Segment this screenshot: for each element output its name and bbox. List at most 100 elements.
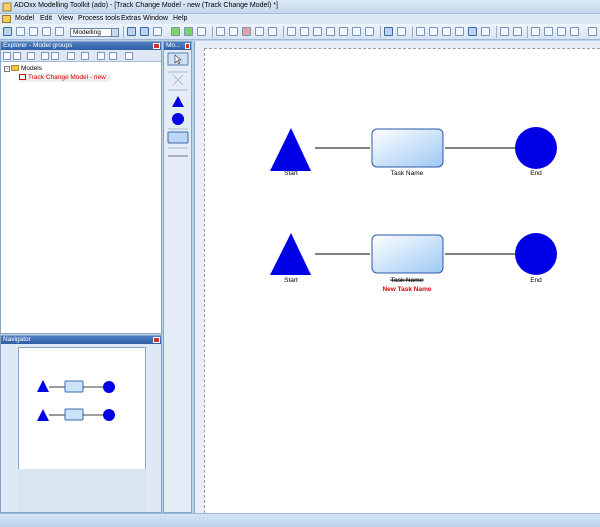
copy-icon[interactable] bbox=[326, 27, 335, 36]
navigator-title: Navigator bbox=[1, 336, 161, 344]
tree-item-label: Models bbox=[21, 65, 42, 72]
chevron-down-icon[interactable] bbox=[111, 29, 118, 36]
expand-toggle-icon[interactable]: - bbox=[4, 66, 10, 72]
cut-icon[interactable] bbox=[313, 27, 322, 36]
diagram: Start Task Name End Start Task Name New … bbox=[270, 127, 557, 293]
process-row-2: Start Task Name New Task Name End bbox=[270, 233, 557, 293]
end-label: End bbox=[530, 170, 542, 177]
tree-view-icon[interactable] bbox=[3, 52, 11, 60]
sort-icon[interactable] bbox=[109, 52, 117, 60]
palette-shapes bbox=[167, 52, 189, 157]
task-node[interactable] bbox=[371, 128, 444, 168]
close-icon[interactable] bbox=[153, 337, 160, 343]
tree-item-model[interactable]: Track Change Model - new bbox=[19, 74, 110, 82]
tree-item-label: Track Change Model - new bbox=[28, 74, 106, 81]
task-shape-icon[interactable] bbox=[167, 131, 189, 144]
task-label: Task Name bbox=[391, 170, 424, 177]
crosshair-icon[interactable] bbox=[468, 27, 477, 36]
end-node[interactable] bbox=[515, 233, 557, 275]
pencil-icon[interactable] bbox=[3, 27, 12, 36]
save-icon[interactable] bbox=[242, 27, 251, 36]
redo-icon[interactable] bbox=[300, 27, 309, 36]
tree-item-models[interactable]: - Models bbox=[4, 65, 42, 73]
close-icon[interactable] bbox=[185, 43, 190, 49]
status-bar bbox=[0, 513, 600, 527]
start-node[interactable] bbox=[270, 128, 311, 171]
explorer-title: Explorer - Model groups bbox=[1, 42, 161, 50]
menu-help[interactable]: Help bbox=[173, 14, 187, 24]
document-icon[interactable] bbox=[2, 15, 11, 23]
print-icon[interactable] bbox=[255, 27, 264, 36]
menu-process-tools[interactable]: Process tools bbox=[78, 14, 120, 24]
undo-icon[interactable] bbox=[287, 27, 296, 36]
navigator-panel: Navigator bbox=[0, 335, 162, 513]
menu-extras[interactable]: Extras bbox=[121, 14, 141, 24]
mode-value: Modelling bbox=[73, 29, 101, 36]
select-icon[interactable] bbox=[365, 27, 374, 36]
scissors-icon[interactable] bbox=[55, 27, 64, 36]
model-icon bbox=[19, 74, 26, 81]
new-folder-icon[interactable] bbox=[27, 52, 35, 60]
refresh-icon[interactable] bbox=[184, 27, 193, 36]
size-icon[interactable] bbox=[570, 27, 579, 36]
settings-icon[interactable] bbox=[588, 27, 597, 36]
new-icon[interactable] bbox=[216, 27, 225, 36]
connector-icon[interactable] bbox=[513, 27, 522, 36]
delete-icon[interactable] bbox=[352, 27, 361, 36]
view-mode-icon[interactable] bbox=[384, 27, 393, 36]
link-icon[interactable] bbox=[125, 52, 133, 60]
clock-icon[interactable] bbox=[197, 27, 206, 36]
process-row-1: Start Task Name End bbox=[270, 127, 557, 177]
export-icon[interactable] bbox=[268, 27, 277, 36]
zoom-in-icon[interactable] bbox=[429, 27, 438, 36]
paste-icon[interactable] bbox=[339, 27, 348, 36]
menu-window[interactable]: Window bbox=[143, 14, 168, 24]
model-canvas[interactable]: Start Task Name End Start Task Name New … bbox=[204, 48, 600, 513]
tree-icon[interactable] bbox=[153, 27, 162, 36]
open-icon[interactable] bbox=[229, 27, 238, 36]
task-label-struck: Task Name bbox=[391, 277, 424, 284]
model-icon[interactable] bbox=[16, 27, 25, 36]
filter-icon[interactable] bbox=[51, 52, 59, 60]
grid-add-icon[interactable] bbox=[531, 27, 540, 36]
layout-icon[interactable] bbox=[127, 27, 136, 36]
move-icon[interactable] bbox=[97, 52, 105, 60]
start-shape-icon[interactable] bbox=[172, 96, 184, 107]
task-node[interactable] bbox=[371, 234, 444, 274]
zoom-out-icon[interactable] bbox=[442, 27, 451, 36]
distribute-icon[interactable] bbox=[557, 27, 566, 36]
pointer-tool-icon[interactable] bbox=[42, 27, 51, 36]
grid-icon[interactable] bbox=[140, 27, 149, 36]
end-node[interactable] bbox=[515, 127, 557, 169]
navigator-footer bbox=[18, 469, 146, 512]
edit-icon[interactable] bbox=[41, 52, 49, 60]
menu-view[interactable]: View bbox=[58, 14, 73, 24]
zoom-icon[interactable] bbox=[416, 27, 425, 36]
table-view-icon[interactable] bbox=[397, 27, 406, 36]
explorer-toolbar bbox=[1, 50, 161, 62]
connector-tool-icon[interactable] bbox=[172, 74, 184, 86]
title-bar: ADOxx Modelling Toolkit (ado) - [Track C… bbox=[0, 0, 600, 14]
modelling-bar: Mo... bbox=[163, 41, 192, 513]
start-label: Start bbox=[284, 170, 298, 177]
new-task-label: New Task Name bbox=[382, 286, 431, 293]
run-icon[interactable] bbox=[171, 27, 180, 36]
close-icon[interactable] bbox=[153, 43, 160, 49]
folder-icon bbox=[11, 65, 19, 72]
end-shape-icon[interactable] bbox=[172, 113, 184, 125]
menu-edit[interactable]: Edit bbox=[40, 14, 52, 24]
start-label: Start bbox=[284, 277, 298, 284]
globe-icon[interactable] bbox=[29, 27, 38, 36]
arrange-icon[interactable] bbox=[481, 27, 490, 36]
start-node[interactable] bbox=[270, 233, 311, 275]
align-icon[interactable] bbox=[544, 27, 553, 36]
pen-icon[interactable] bbox=[500, 27, 509, 36]
menu-model[interactable]: Model bbox=[15, 14, 34, 24]
expand-icon[interactable] bbox=[81, 52, 89, 60]
app-icon bbox=[2, 2, 12, 12]
navigator-preview bbox=[37, 380, 115, 421]
fit-icon[interactable] bbox=[455, 27, 464, 36]
properties-icon[interactable] bbox=[67, 52, 75, 60]
mode-select[interactable]: Modelling bbox=[70, 28, 119, 37]
list-view-icon[interactable] bbox=[13, 52, 21, 60]
